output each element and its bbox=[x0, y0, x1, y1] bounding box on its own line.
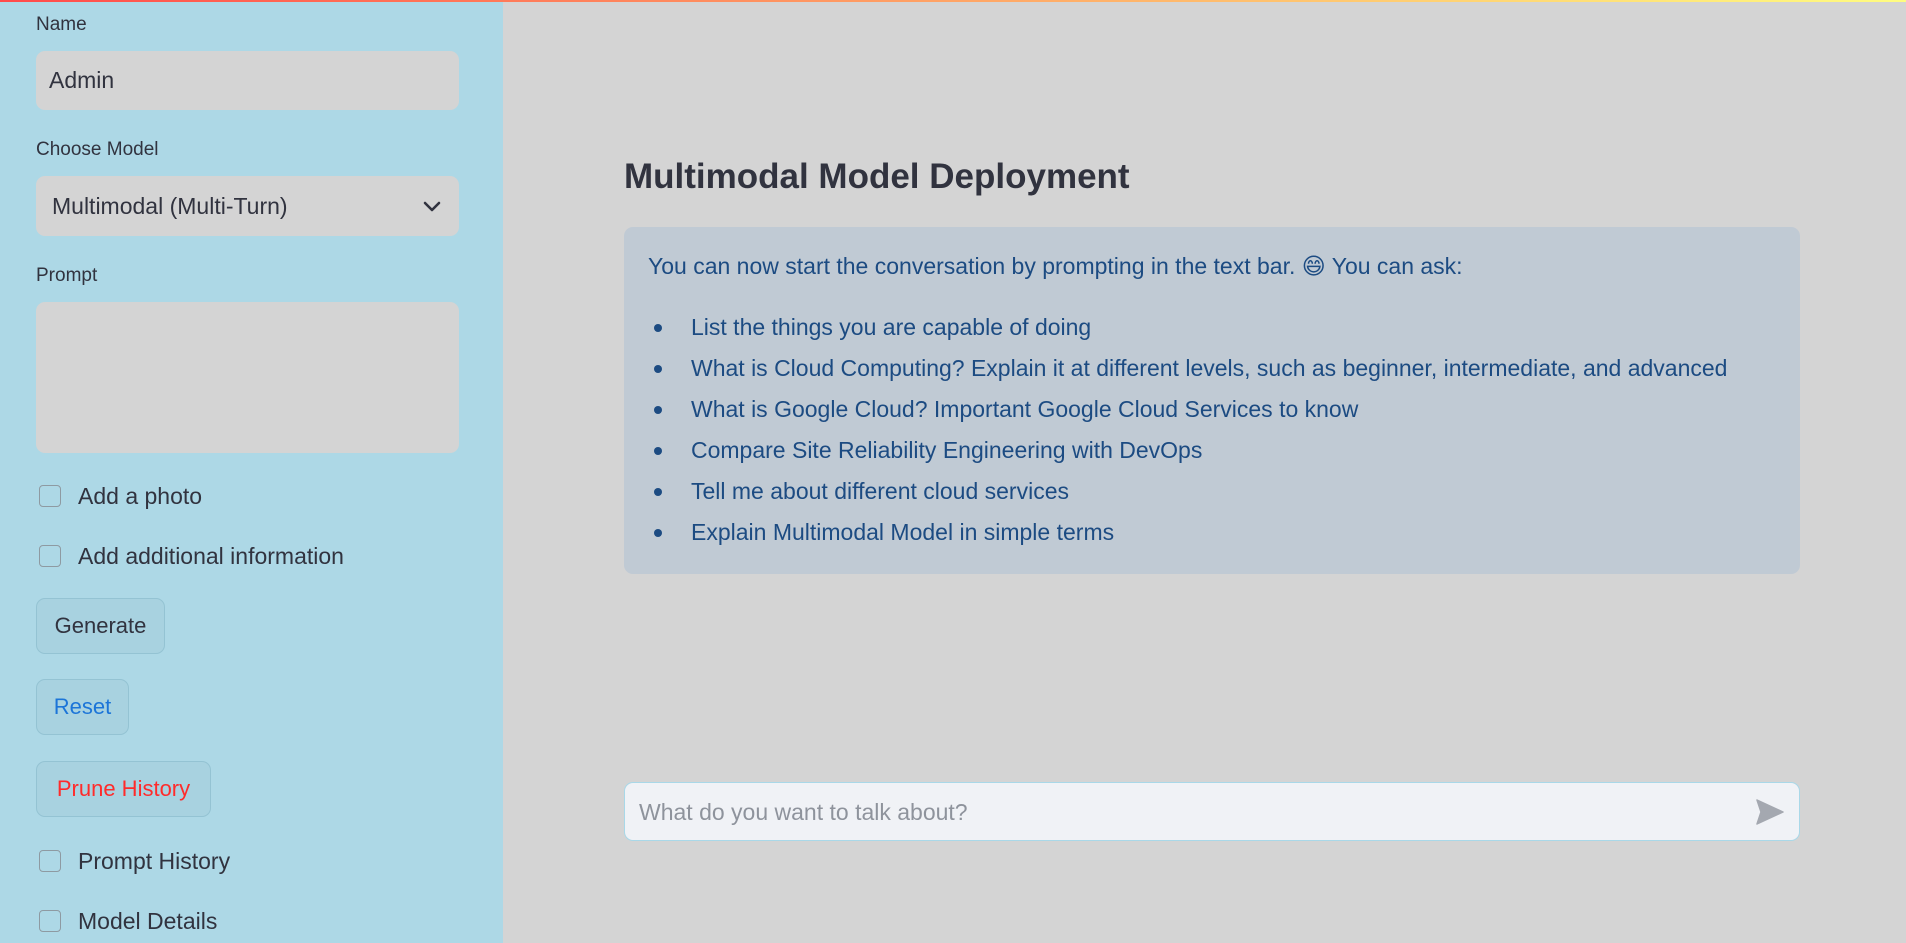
prune-history-button[interactable]: Prune History bbox=[36, 761, 211, 817]
list-item: What is Google Cloud? Important Google C… bbox=[624, 395, 1727, 436]
checkbox-box[interactable] bbox=[39, 485, 61, 507]
info-box: You can now start the conversation by pr… bbox=[624, 227, 1800, 574]
list-item: List the things you are capable of doing bbox=[624, 313, 1727, 354]
prompt-history-checkbox[interactable]: Prompt History bbox=[36, 847, 230, 875]
info-intro: You can now start the conversation by pr… bbox=[648, 253, 1463, 279]
prompt-textarea[interactable] bbox=[36, 302, 459, 453]
generate-button-label: Generate bbox=[54, 613, 147, 638]
list-item: Tell me about different cloud services bbox=[624, 477, 1727, 518]
page-title: Multimodal Model Deployment bbox=[624, 157, 1130, 196]
name-input[interactable]: Admin bbox=[36, 51, 459, 110]
top-decoration-bar bbox=[0, 0, 1906, 2]
suggestion-list: List the things you are capable of doing… bbox=[624, 313, 1727, 559]
list-item: What is Cloud Computing? Explain it at d… bbox=[624, 354, 1727, 395]
choose-model-label: Choose Model bbox=[36, 139, 159, 160]
model-select-value: Multimodal (Multi-Turn) bbox=[52, 193, 288, 219]
checkbox-box[interactable] bbox=[39, 545, 61, 567]
send-icon[interactable] bbox=[1755, 798, 1785, 826]
add-photo-label: Add a photo bbox=[78, 482, 203, 509]
chat-input[interactable] bbox=[637, 783, 1741, 842]
add-info-checkbox[interactable]: Add additional information bbox=[36, 542, 344, 570]
prune-history-label: Prune History bbox=[56, 776, 191, 801]
sidebar: Name Admin Choose Model Multimodal (Mult… bbox=[0, 0, 503, 943]
reset-button[interactable]: Reset bbox=[36, 679, 129, 735]
generate-button[interactable]: Generate bbox=[36, 598, 165, 654]
checkbox-box[interactable] bbox=[39, 910, 61, 932]
list-item: Compare Site Reliability Engineering wit… bbox=[624, 436, 1727, 477]
model-details-checkbox[interactable]: Model Details bbox=[36, 907, 217, 935]
add-photo-checkbox[interactable]: Add a photo bbox=[36, 482, 202, 510]
prompt-label: Prompt bbox=[36, 265, 98, 286]
add-info-label: Add additional information bbox=[78, 542, 344, 569]
reset-button-label: Reset bbox=[53, 694, 112, 719]
chat-input-bar bbox=[624, 782, 1800, 842]
list-item: Explain Multimodal Model in simple terms bbox=[624, 518, 1727, 559]
prompt-history-label: Prompt History bbox=[78, 847, 231, 874]
chevron-down-icon bbox=[423, 176, 441, 236]
model-details-label: Model Details bbox=[78, 907, 218, 934]
model-select[interactable]: Multimodal (Multi-Turn) bbox=[36, 176, 459, 236]
checkbox-box[interactable] bbox=[39, 850, 61, 872]
name-label: Name bbox=[36, 14, 87, 35]
